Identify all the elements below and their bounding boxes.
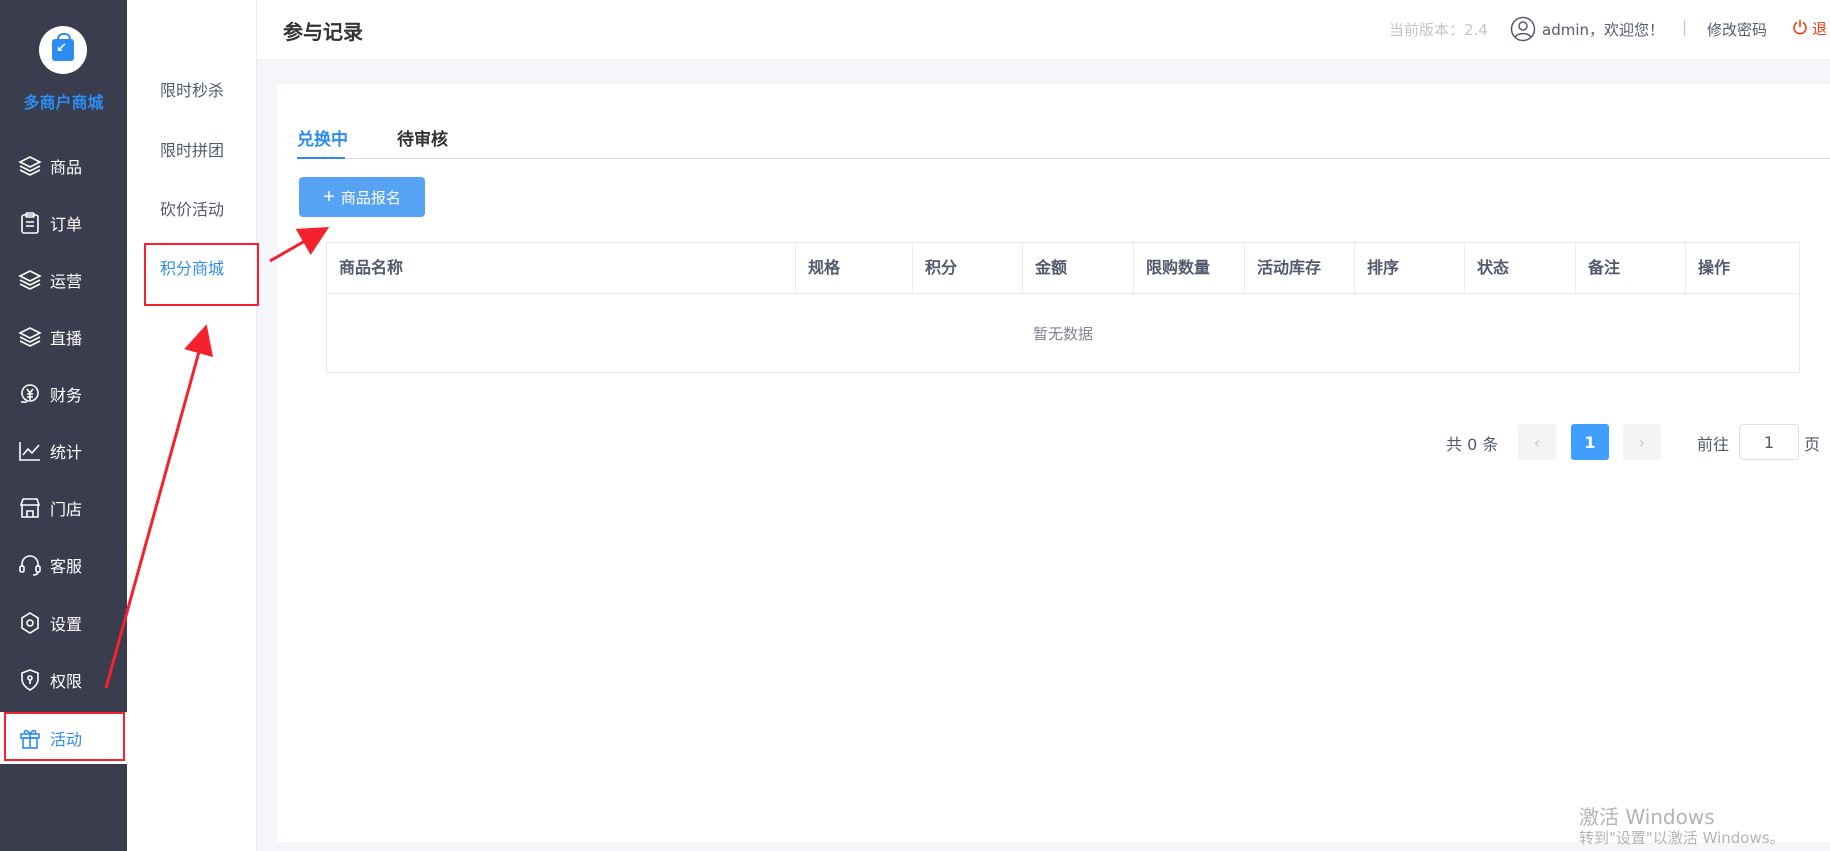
chart-line-icon [18, 439, 42, 463]
pagination-total: 共 0 条 [1446, 435, 1499, 454]
submenu-panel: 限时秒杀 限时拼团 砍价活动 积分商城 [127, 0, 257, 851]
gear-icon [18, 611, 42, 635]
sidebar-item-service[interactable]: 客服 [0, 539, 127, 591]
power-icon [1792, 19, 1808, 39]
sidebar-item-label: 直播 [50, 329, 83, 348]
annotation-box-activities [4, 712, 125, 761]
table-header: 商品名称 规格 积分 金额 限购数量 活动库存 排序 状态 备注 操作 [327, 243, 1799, 294]
clipboard-icon [18, 211, 42, 235]
tab-active-indicator [297, 157, 345, 159]
user-info[interactable]: admin，欢迎您！ [1510, 16, 1664, 42]
column-header: 积分 [913, 243, 1023, 293]
column-header: 规格 [796, 243, 913, 293]
records-table: 商品名称 规格 积分 金额 限购数量 活动库存 排序 状态 备注 操作 暂无数据 [326, 242, 1800, 373]
next-page-button[interactable]: › [1623, 424, 1661, 460]
sidebar-item-label: 运营 [50, 272, 83, 291]
layers-icon [18, 154, 42, 178]
page-title: 参与记录 [283, 20, 363, 44]
sidebar-item-stores[interactable]: 门店 [0, 482, 127, 534]
page-suffix-label: 页 [1804, 435, 1821, 454]
sidebar-item-label: 权限 [50, 672, 83, 691]
user-avatar-icon [1510, 16, 1536, 42]
sidebar-item-label: 门店 [50, 500, 83, 519]
sidebar-item-label: 统计 [50, 443, 83, 462]
sidebar-item-permissions[interactable]: 权限 [0, 654, 127, 706]
column-header: 排序 [1355, 243, 1465, 293]
submenu-item-flash-sale[interactable]: 限时秒杀 [160, 77, 224, 101]
column-header: 商品名称 [327, 243, 796, 293]
column-header: 备注 [1576, 243, 1686, 293]
tab-bar: 兑换中 待审核 [297, 115, 1830, 159]
windows-activation-title: 激活 Windows [1579, 805, 1715, 829]
windows-activation-hint: 转到"设置"以激活 Windows。 [1579, 829, 1785, 847]
column-header: 活动库存 [1245, 243, 1355, 293]
column-header: 状态 [1465, 243, 1576, 293]
sidebar-item-label: 设置 [50, 615, 83, 634]
sidebar-item-finance[interactable]: 财务 [0, 368, 127, 420]
brand-name: 多商户商城 [23, 93, 104, 112]
layers-icon [18, 325, 42, 349]
finance-icon [18, 382, 42, 406]
plus-icon: + [323, 186, 335, 208]
logout-label: 退 [1812, 20, 1828, 38]
page-number-current[interactable]: 1 [1571, 424, 1609, 460]
headset-icon [18, 553, 42, 577]
prev-page-button[interactable]: ‹ [1518, 424, 1556, 460]
sidebar-item-label: 客服 [50, 557, 83, 576]
version-label: 当前版本：2.4 [1389, 21, 1488, 39]
sidebar-item-goods[interactable]: 商品 [0, 140, 127, 192]
chevron-left-icon: ‹ [1533, 432, 1541, 452]
header-separator: | [1682, 18, 1688, 36]
column-header: 限购数量 [1134, 243, 1245, 293]
add-product-label: 商品报名 [340, 189, 401, 207]
store-icon [18, 496, 42, 520]
sidebar-item-operations[interactable]: 运营 [0, 254, 127, 306]
empty-state-text: 暂无数据 [1032, 325, 1093, 343]
sidebar-item-label: 财务 [50, 386, 83, 405]
shopping-bag-icon [52, 33, 74, 61]
sidebar-item-settings[interactable]: 设置 [0, 597, 127, 649]
add-product-button[interactable]: + 商品报名 [299, 177, 425, 217]
sidebar-item-orders[interactable]: 订单 [0, 197, 127, 249]
chevron-right-icon: › [1638, 432, 1646, 452]
submenu-item-group-buy[interactable]: 限时拼团 [160, 137, 224, 161]
sidebar-item-stats[interactable]: 统计 [0, 425, 127, 477]
layers-icon [18, 268, 42, 292]
goto-label: 前往 [1697, 435, 1730, 454]
column-header: 金额 [1023, 243, 1134, 293]
content-card: 兑换中 待审核 + 商品报名 商品名称 规格 积分 金额 限购数量 活动库存 排… [277, 85, 1830, 842]
logo[interactable] [39, 26, 87, 74]
top-header: 参与记录 当前版本：2.4 admin，欢迎您！ | 修改密码 退 [257, 0, 1830, 60]
change-password-link[interactable]: 修改密码 [1707, 19, 1767, 40]
annotation-box-points-mall [144, 243, 259, 306]
column-header: 操作 [1698, 258, 1731, 277]
sidebar-item-label: 商品 [50, 158, 83, 177]
goto-page-input[interactable] [1739, 424, 1799, 460]
shield-icon [18, 668, 42, 692]
tab-exchanging[interactable]: 兑换中 [297, 125, 348, 150]
user-greeting: admin，欢迎您！ [1542, 20, 1665, 39]
tab-pending-review[interactable]: 待审核 [397, 125, 448, 150]
sidebar-item-live[interactable]: 直播 [0, 311, 127, 363]
sidebar-item-label: 订单 [50, 215, 83, 234]
submenu-item-bargain[interactable]: 砍价活动 [160, 196, 224, 220]
logout-button[interactable]: 退 [1792, 18, 1827, 39]
